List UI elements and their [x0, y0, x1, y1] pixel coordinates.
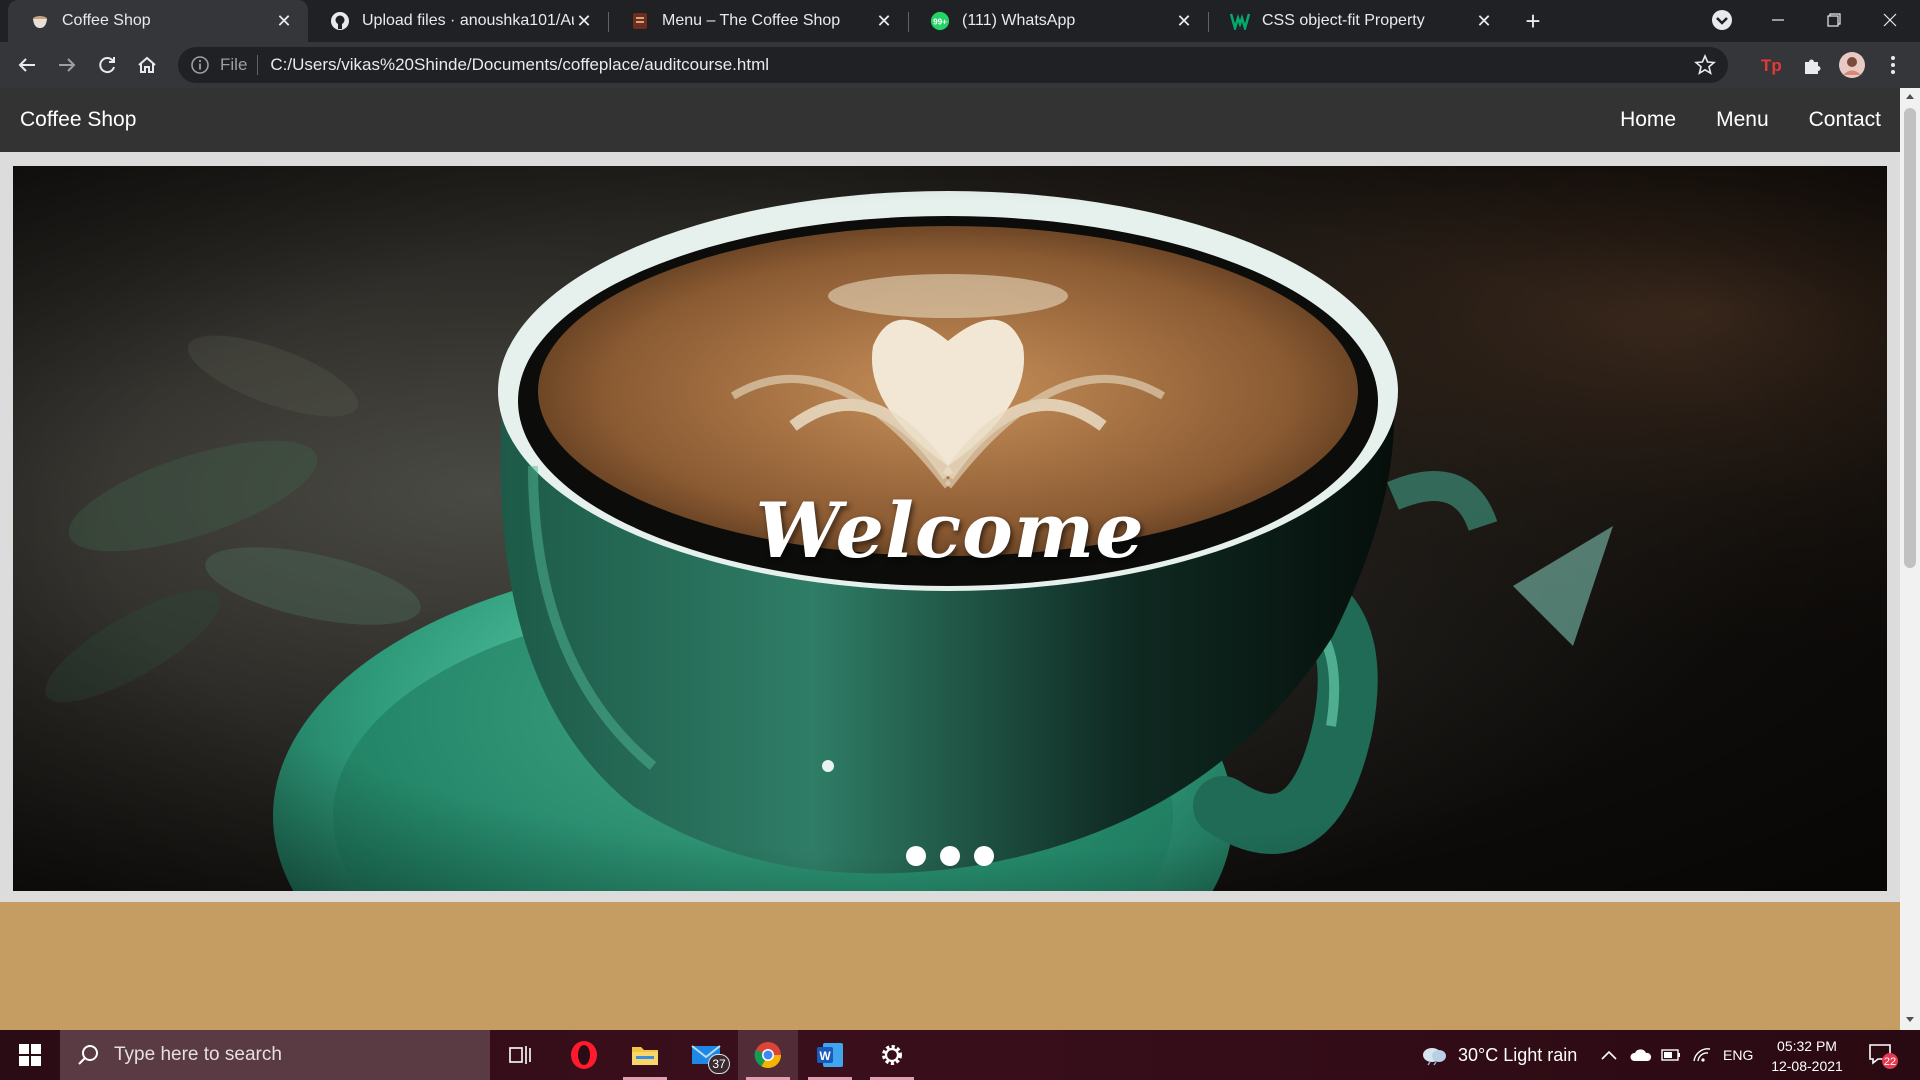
close-tab-icon[interactable]: ✕ [1174, 11, 1194, 32]
wifi-icon[interactable] [1692, 1030, 1712, 1080]
windows-logo-icon [19, 1044, 41, 1066]
taskbar-search[interactable]: Type here to search [60, 1030, 490, 1080]
scheme-label: File [220, 55, 259, 75]
hero-frame: Welcome [0, 152, 1900, 902]
nav-link-home[interactable]: Home [1620, 108, 1676, 132]
tab-strip: Coffee Shop ✕ Upload files · anoushka101… [0, 0, 1920, 42]
site-navbar: Coffee Shop Home Menu Contact [0, 88, 1900, 152]
task-view-icon[interactable] [490, 1030, 550, 1080]
tab-title: Upload files · anoushka101/Audit [362, 12, 574, 29]
svg-text:Tp: Tp [1761, 56, 1782, 75]
forward-button[interactable] [52, 50, 82, 80]
tab-title: CSS object-fit Property [1262, 12, 1425, 29]
action-center-icon[interactable]: 22 [1866, 1030, 1900, 1080]
tab-search-icon[interactable] [1710, 8, 1734, 32]
svg-text:W: W [819, 1049, 831, 1063]
mail-unread-badge: 37 [708, 1054, 730, 1074]
profile-avatar[interactable] [1837, 50, 1867, 80]
tab-css-object-fit[interactable]: CSS object-fit Property ✕ [1208, 0, 1508, 42]
tab-title: (111) WhatsApp [962, 12, 1076, 29]
weather-text: 30°C Light rain [1458, 1044, 1578, 1065]
tab-github-upload[interactable]: Upload files · anoushka101/Audit ✕ [308, 0, 608, 42]
input-language[interactable]: ENG [1723, 1030, 1753, 1080]
tab-menu-coffee-shop[interactable]: Menu – The Coffee Shop ✕ [608, 0, 908, 42]
weather-widget[interactable]: 30°C Light rain [1420, 1030, 1577, 1080]
onedrive-icon[interactable] [1630, 1030, 1652, 1080]
mail-icon[interactable]: 37 [676, 1030, 736, 1080]
slide-dot-3[interactable] [974, 846, 994, 866]
settings-gear-icon[interactable] [862, 1030, 922, 1080]
slide-dot-1[interactable] [906, 846, 926, 866]
nav-link-contact[interactable]: Contact [1809, 108, 1881, 132]
extension-tp-icon[interactable]: Tp [1756, 50, 1786, 80]
close-tab-icon[interactable]: ✕ [1474, 11, 1494, 32]
hero-heading: Welcome [755, 486, 1145, 575]
clock-time: 05:32 PM [1777, 1038, 1837, 1054]
browser-toolbar: File C:/Users/vikas%20Shinde/Documents/c… [0, 42, 1920, 88]
coffee-favicon-icon [30, 11, 50, 31]
start-button[interactable] [0, 1030, 60, 1080]
bookmark-star-icon[interactable] [1694, 53, 1716, 76]
word-icon[interactable]: W [800, 1030, 860, 1080]
tab-whatsapp[interactable]: 99+ (111) WhatsApp ✕ [908, 0, 1208, 42]
extensions-puzzle-icon[interactable] [1797, 50, 1827, 80]
reload-button[interactable] [92, 50, 122, 80]
windows-taskbar: Type here to search 37 W 30°C Light rain… [0, 1030, 1920, 1080]
slide-indicators [13, 846, 1887, 866]
battery-icon[interactable] [1661, 1030, 1681, 1080]
close-window-button[interactable] [1862, 0, 1918, 40]
url-text[interactable]: C:/Users/vikas%20Shinde/Documents/coffep… [270, 55, 769, 75]
show-hidden-icons-icon[interactable] [1600, 1030, 1618, 1080]
tab-title: Coffee Shop [62, 12, 151, 29]
content-section [0, 902, 1900, 1030]
search-placeholder: Type here to search [114, 1044, 282, 1065]
cloud-rain-icon [1423, 1048, 1446, 1066]
site-brand[interactable]: Coffee Shop [20, 108, 136, 132]
scrollbar-thumb[interactable] [1904, 108, 1916, 568]
w3schools-icon [1230, 11, 1250, 31]
close-tab-icon[interactable]: ✕ [574, 11, 594, 32]
browser-menu-icon[interactable] [1878, 50, 1908, 80]
hero-slideshow: Welcome [13, 166, 1887, 891]
search-icon [76, 1043, 100, 1067]
notification-count: 22 [1884, 1056, 1896, 1068]
page-scrollbar[interactable] [1900, 88, 1920, 1030]
tab-title: Menu – The Coffee Shop [662, 12, 841, 29]
slide-dot-2[interactable] [940, 846, 960, 866]
file-explorer-icon[interactable] [615, 1030, 675, 1080]
site-nav-links: Home Menu Contact [1580, 108, 1881, 132]
scroll-up-arrow-icon[interactable] [1900, 88, 1920, 106]
close-tab-icon[interactable]: ✕ [274, 11, 294, 32]
close-tab-icon[interactable]: ✕ [874, 11, 894, 32]
opera-icon[interactable] [554, 1030, 614, 1080]
chrome-icon[interactable] [738, 1030, 798, 1080]
whatsapp-icon: 99+ [930, 11, 950, 31]
whatsapp-unread-badge: 99+ [933, 18, 947, 27]
nav-link-menu[interactable]: Menu [1716, 108, 1769, 132]
taskbar-clock[interactable]: 05:32 PM 12-08-2021 [1762, 1036, 1852, 1076]
new-tab-button[interactable]: + [1518, 6, 1548, 36]
home-button[interactable] [132, 50, 162, 80]
scroll-down-arrow-icon[interactable] [1900, 1010, 1920, 1028]
tab-coffee-shop[interactable]: Coffee Shop ✕ [8, 0, 308, 42]
restore-button[interactable] [1806, 0, 1862, 40]
page-viewport: Coffee Shop Home Menu Contact Welcome [0, 88, 1920, 1030]
minimize-button[interactable] [1750, 0, 1806, 40]
back-button[interactable] [12, 50, 42, 80]
clock-date: 12-08-2021 [1771, 1058, 1843, 1074]
github-icon [330, 11, 350, 31]
menu-favicon-icon [630, 11, 650, 31]
info-icon[interactable] [190, 55, 210, 75]
address-bar[interactable]: File C:/Users/vikas%20Shinde/Documents/c… [178, 47, 1728, 83]
